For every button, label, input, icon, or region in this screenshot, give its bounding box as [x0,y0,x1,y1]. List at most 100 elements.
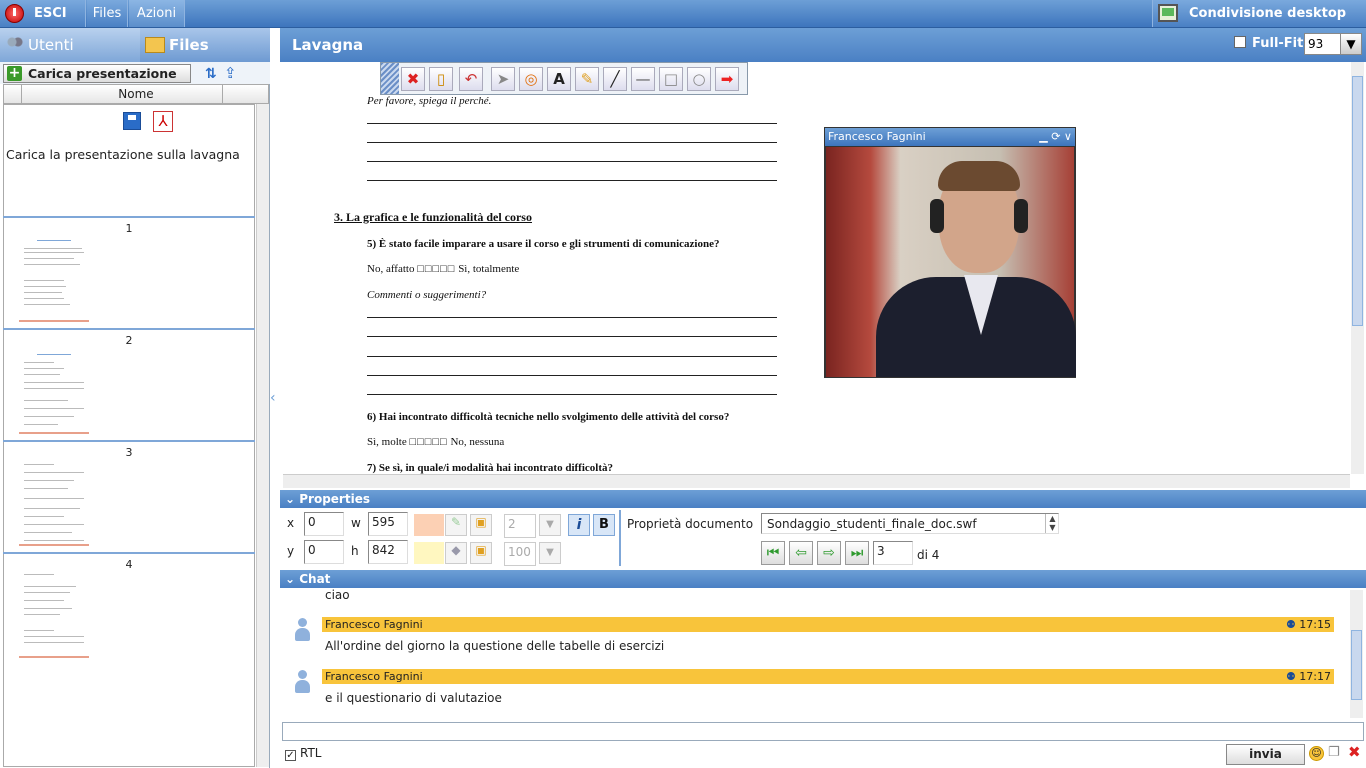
video-window[interactable]: Francesco Fagnini ▁ ⟳ ∨ [824,127,1076,378]
zoom-dropdown-icon[interactable]: ▼ [1340,33,1362,55]
bold-button[interactable]: B [593,514,615,536]
document-select[interactable]: Sondaggio_studenti_finale_doc.swf [761,513,1059,534]
whiteboard-vertical-scrollbar[interactable] [1351,62,1364,474]
monitor-icon [1158,4,1178,22]
folder-icon [145,37,165,53]
clear-icon[interactable]: ✖ [401,67,425,91]
file-list-header[interactable]: Nome [3,84,269,104]
page-thumbnail[interactable]: 2 [3,328,255,440]
name-column-header[interactable]: Nome [118,87,153,101]
tab-users[interactable]: Utenti [6,28,74,62]
line-icon[interactable]: ╱ [603,67,627,91]
thumbnail-image [19,346,89,434]
left-tabs: Utenti Files [0,28,270,62]
opacity-select[interactable]: 100 [504,542,536,566]
doc-section-title: 3. La grafica e le funzionalità del cors… [334,210,532,224]
stroke-width-select[interactable]: 2 [504,514,536,538]
pointer-icon[interactable]: ➤ [491,67,515,91]
rtl-toggle[interactable]: ✓ RTL [285,746,321,761]
new-page-icon[interactable]: ▯ [429,67,453,91]
page-thumbnail[interactable]: 3 [3,440,255,552]
chat-scrollbar[interactable] [1350,590,1363,718]
page-total: di 4 [917,548,940,562]
chat-header[interactable]: ⌄ Chat [280,570,1366,588]
tab-files[interactable]: Files [140,28,270,62]
whiteboard-canvas[interactable]: ✖ ▯ ↶ ➤ ◎ A ✎ ╱ — □ ○ ➡ Per favore, spie… [283,62,1350,474]
message-header: Francesco Fagnini ⚉ 17:17 [322,669,1334,684]
upload-icon[interactable]: ⇪ [224,64,240,82]
last-page-icon[interactable]: ⏭ [845,541,869,565]
emoticon-icon[interactable]: ☺ [1309,746,1324,761]
fullfit-checkbox[interactable] [1234,36,1246,48]
doc-scale: No, affatto □□□□□ Sì, totalmente [367,263,520,275]
page-input[interactable]: 3 [873,541,913,565]
desktop-sharing-button[interactable]: Condivisione desktop [1152,0,1366,27]
x-input[interactable]: 0 [304,512,344,536]
upload-presentation-button[interactable]: + Carica presentazione [3,64,191,83]
height-input[interactable]: 842 [368,540,408,564]
rtl-checkbox[interactable]: ✓ [285,750,296,761]
user-avatar-icon [294,618,310,642]
thumbnail-image [19,570,89,658]
width-input[interactable]: 595 [368,512,408,536]
arrow-icon[interactable]: ➡ [715,67,739,91]
file-list-scrollbar[interactable] [256,104,269,767]
exit-button[interactable]: ESCI [0,0,86,27]
pencil-icon[interactable]: ✎ [575,67,599,91]
undo-icon[interactable]: ↶ [459,67,483,91]
properties-panel: x 0 w 595 y 0 h 842 ✎ ▣ ◆ ▣ 2 ▼ 100 ▼ i … [280,508,1366,570]
clear-chat-icon[interactable]: ✖ [1348,744,1364,760]
select-arrows-icon[interactable]: ▲ ▼ [1045,514,1059,533]
select-icon[interactable]: ◎ [519,67,543,91]
fill-bucket-icon[interactable]: ◆ [445,542,467,564]
dropdown-icon[interactable]: ▼ [539,542,561,564]
upload-hint: Carica la presentazione sulla lavagna [6,147,240,162]
message-text: ciao [325,588,350,602]
azioni-menu[interactable]: Azioni [129,0,185,27]
doc-text: Per favore, spiega il perché. [367,95,492,107]
page-thumbnail[interactable]: 1 [3,216,255,328]
files-menu[interactable]: Files [87,0,128,27]
ellipse-icon[interactable]: ○ [687,67,711,91]
pdf-icon[interactable]: ⅄ [153,111,173,132]
users-icon [6,37,24,53]
toolbar-grip[interactable] [381,63,399,94]
dropdown-icon[interactable]: ▼ [539,514,561,536]
properties-header[interactable]: ⌄ Properties [280,490,1366,508]
first-page-icon[interactable]: ⏮ [761,541,785,565]
prev-page-icon[interactable]: ⇦ [789,541,813,565]
copy-icon[interactable]: ❐ [1328,746,1343,761]
y-input[interactable]: 0 [304,540,344,564]
separator [619,510,621,566]
chat-messages: ciao Francesco Fagnini ⚉ 17:15 All'ordine… [282,588,1348,718]
doc-question: 5) È stato facile imparare a usare il co… [367,238,720,250]
doc-text: Commenti o suggerimenti? [367,289,487,301]
pencil-color-icon[interactable]: ✎ [445,514,467,536]
chat-input[interactable] [282,722,1364,741]
user-icon: ⚉ [1285,670,1300,683]
page-thumbnail[interactable]: 4 [3,552,255,664]
whiteboard-horizontal-scrollbar[interactable] [283,474,1350,488]
straight-line-icon[interactable]: — [631,67,655,91]
next-page-icon[interactable]: ⇨ [817,541,841,565]
lock-icon[interactable]: ▣ [470,514,492,536]
collapse-panel-icon[interactable]: ‹ [270,390,280,410]
text-icon[interactable]: A [547,67,571,91]
video-title-bar[interactable]: Francesco Fagnini ▁ ⟳ ∨ [825,128,1075,146]
video-controls-icon[interactable]: ▁ ⟳ ∨ [1039,128,1072,145]
user-icon: ⚉ [1285,618,1300,631]
rectangle-icon[interactable]: □ [659,67,683,91]
lock-icon[interactable]: ▣ [470,542,492,564]
fullfit-toggle[interactable]: Full-Fit [1234,36,1303,51]
whiteboard-header: Lavagna Full-Fit 93 ▼ [280,28,1366,62]
stroke-color-swatch[interactable] [414,542,444,564]
thumbnail-image [19,234,89,322]
message-text: e il questionario di valutazioe [325,691,502,705]
refresh-icon[interactable]: ⇅ [205,66,217,82]
zoom-input[interactable]: 93 [1304,33,1342,55]
top-bar: ESCI Files Azioni Condivisione desktop [0,0,1366,28]
fill-color-swatch[interactable] [414,514,444,536]
send-button[interactable]: invia [1226,744,1305,765]
save-icon[interactable] [123,112,141,130]
italic-button[interactable]: i [568,514,590,536]
